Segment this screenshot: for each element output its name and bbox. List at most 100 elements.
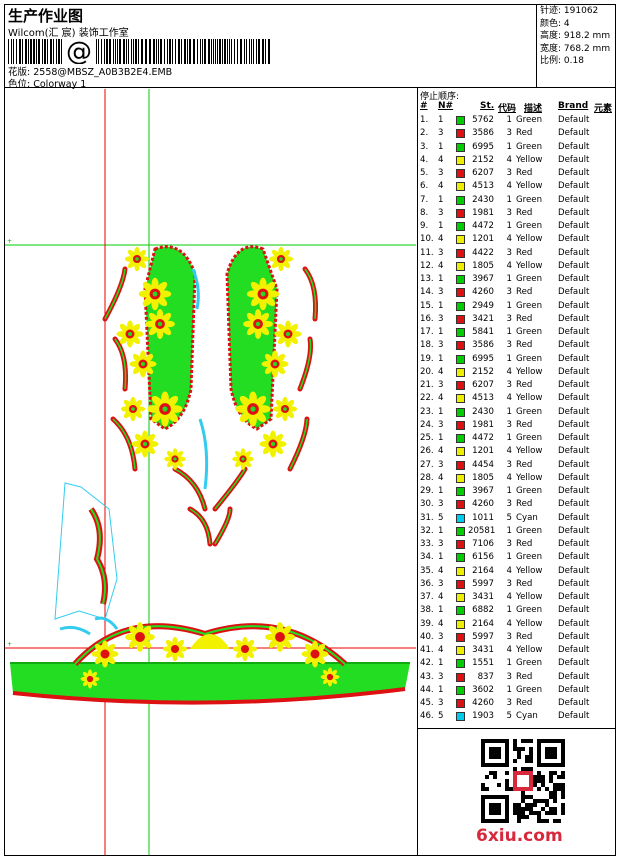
row-stitches: 3967 (472, 274, 494, 284)
table-row: 8. 3 1981 3 Red Default (418, 207, 617, 220)
row-needle: 4 (438, 366, 444, 377)
row-stitches: 5997 (472, 578, 494, 589)
row-needle: 4 (438, 260, 444, 271)
row-needle: 3 (438, 247, 444, 258)
row-brand: Default (558, 234, 590, 245)
row-code: 1 (506, 353, 512, 364)
row-brand: Default (558, 327, 590, 337)
row-needle: 4 (438, 154, 444, 165)
row-description: Green (516, 525, 543, 536)
table-row: 19. 1 6995 1 Green Default (418, 353, 617, 366)
table-row: 33. 3 7106 3 Red Default (418, 538, 617, 551)
color-swatch (456, 487, 465, 496)
row-index: 46. (420, 711, 434, 722)
row-stitches: 837 (477, 671, 494, 682)
row-needle: 1 (438, 433, 444, 443)
row-brand: Default (558, 631, 590, 642)
row-needle: 4 (438, 181, 444, 192)
page-title: 生产作业图 (8, 7, 84, 25)
stop-sequence-header: # N# St. 代码 描述 Brand 元素 (418, 101, 617, 114)
color-swatch (456, 341, 465, 351)
row-brand: Default (558, 671, 590, 682)
row-index: 36. (420, 578, 434, 589)
row-description: Yellow (516, 181, 543, 192)
table-row: 1. 1 5762 1 Green Default (418, 114, 617, 127)
row-code: 3 (506, 168, 512, 178)
row-stitches: 1201 (472, 234, 494, 245)
row-brand: Default (558, 658, 590, 669)
color-swatch (456, 500, 465, 510)
row-description: Red (516, 287, 533, 298)
row-stitches: 1201 (472, 446, 494, 457)
row-brand: Default (558, 592, 590, 602)
row-index: 41. (420, 645, 434, 655)
row-code: 4 (506, 234, 512, 245)
row-stitches: 3602 (472, 684, 494, 695)
row-needle: 3 (438, 207, 444, 218)
row-code: 1 (506, 115, 512, 125)
row-stitches: 5762 (472, 115, 494, 125)
row-description: Green (516, 552, 543, 563)
row-stitches: 4513 (472, 181, 494, 192)
table-row: 35. 4 2164 4 Yellow Default (418, 565, 617, 578)
row-needle: 3 (438, 698, 444, 708)
table-row: 23. 1 2430 1 Green Default (418, 406, 617, 419)
sleeve-outline (54, 482, 118, 620)
color-swatch (456, 712, 465, 722)
row-brand: Default (558, 578, 590, 589)
table-row: 12. 4 1805 4 Yellow Default (418, 260, 617, 273)
color-swatch (456, 447, 465, 457)
table-row: 24. 3 1981 3 Red Default (418, 419, 617, 432)
table-row: 26. 4 1201 4 Yellow Default (418, 445, 617, 458)
row-code: 1 (506, 274, 512, 284)
guide-marker-top: + (7, 238, 12, 245)
row-needle: 1 (438, 406, 444, 417)
row-description: Yellow (516, 393, 543, 404)
color-swatch (456, 606, 465, 616)
row-stitches: 20581 (468, 525, 496, 536)
row-stitches: 4513 (472, 393, 494, 404)
design-meta: 针迹: 191062 颜色: 4 高度: 918.2 mm 宽度: 768.2 … (536, 4, 616, 88)
row-brand: Default (558, 313, 590, 324)
color-swatch (456, 685, 465, 695)
row-stitches: 2152 (472, 366, 494, 377)
row-brand: Default (558, 260, 590, 271)
row-description: Green (516, 327, 543, 337)
row-code: 1 (506, 552, 512, 563)
row-index: 16. (420, 313, 434, 324)
color-swatch (456, 367, 465, 377)
row-description: Green (516, 684, 543, 695)
row-stitches: 3421 (472, 313, 494, 324)
row-brand: Default (558, 459, 590, 470)
row-brand: Default (558, 618, 590, 629)
row-needle: 1 (438, 115, 444, 125)
color-swatch (456, 460, 465, 470)
row-code: 1 (506, 684, 512, 695)
row-brand: Default (558, 512, 590, 523)
color-swatch (456, 222, 465, 231)
color-swatch (456, 526, 465, 536)
row-description: Green (516, 274, 543, 284)
table-row: 45. 3 4260 3 Red Default (418, 697, 617, 710)
table-row: 13. 1 3967 1 Green Default (418, 273, 617, 286)
color-swatch (456, 420, 465, 430)
row-needle: 3 (438, 380, 444, 390)
row-needle: 3 (438, 671, 444, 682)
row-description: Red (516, 631, 533, 642)
row-needle: 3 (438, 340, 444, 351)
row-stitches: 1981 (472, 419, 494, 430)
row-index: 7. (420, 194, 429, 205)
row-stitches: 6207 (472, 380, 494, 390)
row-needle: 1 (438, 605, 444, 616)
row-stitches: 5841 (472, 327, 494, 337)
row-description: Red (516, 671, 533, 682)
row-description: Yellow (516, 618, 543, 629)
table-row: 11. 3 4422 3 Red Default (418, 247, 617, 260)
header: 生产作业图 Wilcom(汇 宸) 装饰工作室 @ 花版: 2558@MBSZ_… (4, 4, 616, 90)
row-code: 4 (506, 366, 512, 377)
colorway: 色位: Colorway 1 (8, 76, 86, 90)
table-row: 17. 1 5841 1 Green Default (418, 326, 617, 339)
table-row: 22. 4 4513 4 Yellow Default (418, 392, 617, 405)
qr-section: 6xiu.com (418, 728, 616, 856)
row-code: 1 (506, 141, 512, 152)
